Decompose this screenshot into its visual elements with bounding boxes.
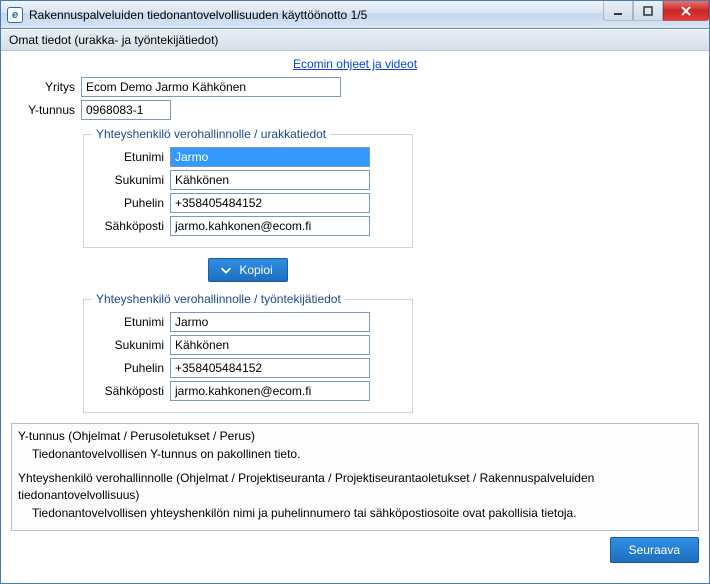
- window-buttons: [603, 1, 709, 28]
- ytunnus-label: Y-tunnus: [11, 103, 81, 117]
- copy-button-label: Kopioi: [239, 263, 272, 277]
- info-line: Yhteyshenkilö verohallinnolle (Ohjelmat …: [18, 470, 692, 502]
- window: e Rakennuspalveluiden tiedonantovelvolli…: [0, 0, 710, 584]
- urakka-lastname-label: Sukunimi: [92, 173, 170, 187]
- company-label: Yritys: [11, 80, 81, 94]
- close-button[interactable]: [663, 1, 709, 21]
- ytunnus-input[interactable]: [81, 100, 171, 120]
- help-link[interactable]: Ecomin ohjeet ja videot: [293, 57, 417, 71]
- urakka-phone-row: Puhelin: [92, 193, 404, 213]
- contact-group-tyontekija: Yhteyshenkilö verohallinnolle / työnteki…: [83, 292, 413, 413]
- footer: Seuraava: [11, 531, 699, 563]
- urakka-firstname-label: Etunimi: [92, 150, 170, 164]
- info-line: Tiedonantovelvollisen Y-tunnus on pakoll…: [18, 446, 692, 462]
- tyontekija-email-row: Sähköposti: [92, 381, 404, 401]
- tyontekija-phone-label: Puhelin: [92, 361, 170, 375]
- tyontekija-lastname-input[interactable]: [170, 335, 370, 355]
- app-icon: e: [7, 7, 23, 23]
- contact-group-urakka: Yhteyshenkilö verohallinnolle / urakkati…: [83, 127, 413, 248]
- contact-group-tyontekija-legend: Yhteyshenkilö verohallinnolle / työnteki…: [92, 292, 345, 306]
- tyontekija-firstname-row: Etunimi: [92, 312, 404, 332]
- tyontekija-phone-row: Puhelin: [92, 358, 404, 378]
- urakka-email-row: Sähköposti: [92, 216, 404, 236]
- urakka-email-label: Sähköposti: [92, 219, 170, 233]
- info-line: Tiedonantovelvollisen yhteyshenkilön nim…: [18, 505, 692, 521]
- window-title: Rakennuspalveluiden tiedonantovelvollisu…: [29, 8, 603, 22]
- urakka-firstname-row: Etunimi: [92, 147, 404, 167]
- maximize-button[interactable]: [633, 1, 663, 21]
- urakka-phone-input[interactable]: [170, 193, 370, 213]
- urakka-email-input[interactable]: [170, 216, 370, 236]
- minimize-button[interactable]: [603, 1, 633, 21]
- copy-button-row: Kopioi: [83, 258, 413, 282]
- tyontekija-email-input[interactable]: [170, 381, 370, 401]
- tyontekija-lastname-label: Sukunimi: [92, 338, 170, 352]
- urakka-lastname-input[interactable]: [170, 170, 370, 190]
- company-input[interactable]: [81, 77, 341, 97]
- next-button[interactable]: Seuraava: [610, 537, 699, 563]
- section-header: Omat tiedot (urakka- ja työntekijätiedot…: [1, 29, 709, 51]
- tyontekija-lastname-row: Sukunimi: [92, 335, 404, 355]
- chevron-down-icon: [219, 263, 233, 277]
- help-link-row: Ecomin ohjeet ja videot: [11, 57, 699, 71]
- urakka-firstname-input[interactable]: [170, 147, 370, 167]
- maximize-icon: [643, 6, 653, 16]
- copy-button[interactable]: Kopioi: [208, 258, 287, 282]
- titlebar: e Rakennuspalveluiden tiedonantovelvolli…: [1, 1, 709, 29]
- company-row: Yritys: [11, 77, 699, 97]
- urakka-phone-label: Puhelin: [92, 196, 170, 210]
- info-line: Y-tunnus (Ohjelmat / Perusoletukset / Pe…: [18, 428, 692, 444]
- contact-group-urakka-legend: Yhteyshenkilö verohallinnolle / urakkati…: [92, 127, 330, 141]
- ytunnus-row: Y-tunnus: [11, 100, 699, 120]
- tyontekija-email-label: Sähköposti: [92, 384, 170, 398]
- tyontekija-firstname-label: Etunimi: [92, 315, 170, 329]
- urakka-lastname-row: Sukunimi: [92, 170, 404, 190]
- info-pane[interactable]: Y-tunnus (Ohjelmat / Perusoletukset / Pe…: [11, 423, 699, 531]
- close-icon: [680, 5, 692, 17]
- tyontekija-firstname-input[interactable]: [170, 312, 370, 332]
- tyontekija-phone-input[interactable]: [170, 358, 370, 378]
- minimize-icon: [613, 6, 623, 16]
- content: Ecomin ohjeet ja videot Yritys Y-tunnus …: [1, 51, 709, 583]
